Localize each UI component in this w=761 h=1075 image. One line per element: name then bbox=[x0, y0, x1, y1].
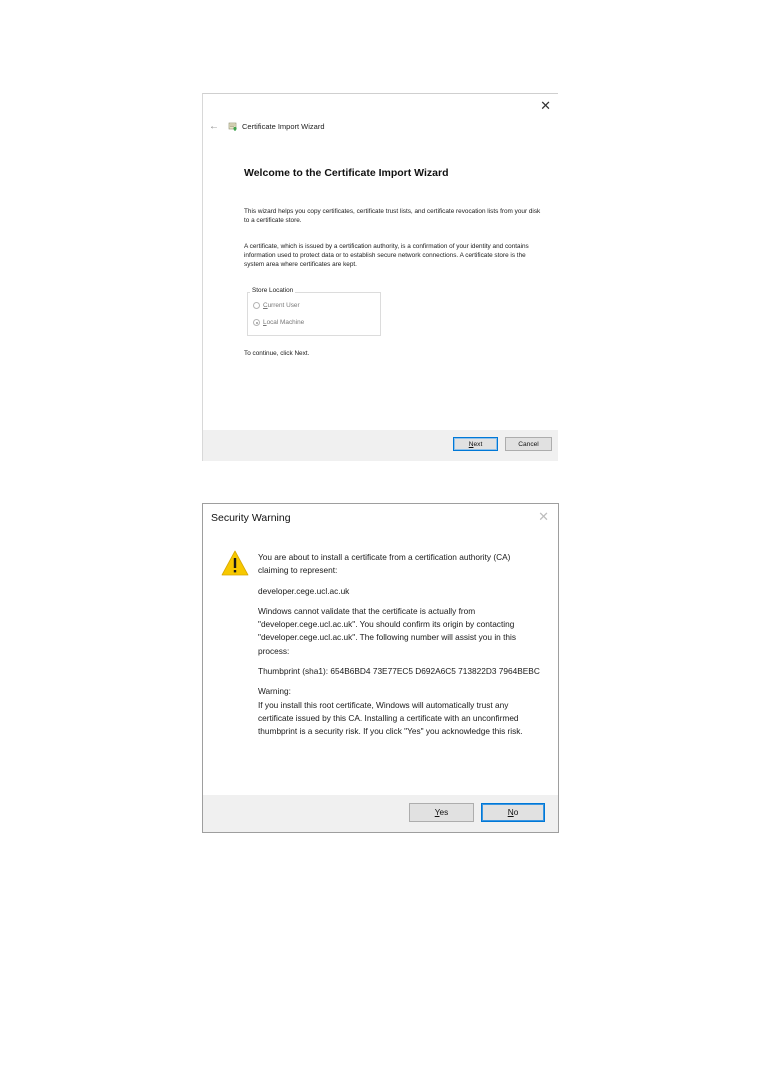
radio-circle-icon[interactable] bbox=[253, 302, 260, 309]
ca-domain: developer.cege.ucl.ac.uk bbox=[258, 585, 350, 596]
wizard-title: Certificate Import Wizard bbox=[242, 121, 325, 131]
radio-circle-selected-icon[interactable] bbox=[253, 319, 260, 326]
warning-content: You are about to install a certificate f… bbox=[258, 551, 543, 781]
next-button[interactable]: Next bbox=[453, 437, 498, 451]
radio-label-current-user: Current User bbox=[263, 302, 300, 309]
back-arrow-icon[interactable]: ← bbox=[209, 121, 223, 132]
wizard-heading: Welcome to the Certificate Import Wizard bbox=[244, 167, 449, 179]
close-icon[interactable]: ✕ bbox=[538, 509, 549, 525]
radio-current-user[interactable]: Current User bbox=[253, 302, 300, 309]
warning-label: Warning: bbox=[258, 686, 291, 697]
warning-intro: You are about to install a certificate f… bbox=[258, 552, 511, 576]
certificate-icon bbox=[228, 122, 237, 131]
store-location-group bbox=[247, 292, 381, 336]
yes-button[interactable]: Yes bbox=[409, 803, 474, 822]
wizard-footer: Next Cancel bbox=[203, 430, 558, 461]
wizard-header: ← Certificate Import Wizard bbox=[209, 120, 325, 132]
wizard-description: This wizard helps you copy certificates,… bbox=[244, 208, 541, 225]
thumbprint: Thumbprint (sha1): 654B6BD4 73E77EC5 D69… bbox=[258, 666, 540, 677]
warning-text: If you install this root certificate, Wi… bbox=[258, 699, 523, 737]
radio-label-local-machine: Local Machine bbox=[263, 319, 305, 326]
no-button[interactable]: No bbox=[481, 803, 545, 822]
continue-instruction: To continue, click Next. bbox=[244, 350, 310, 357]
validation-text: Windows cannot validate that the certifi… bbox=[258, 605, 517, 656]
store-location-label: Store Location bbox=[250, 287, 296, 294]
dialog-footer: Yes No bbox=[203, 795, 558, 832]
security-warning-dialog: Security Warning ✕ You are about to inst… bbox=[202, 503, 559, 833]
page: ✕ ← Certificate Import Wizard Welcome to… bbox=[0, 0, 761, 1075]
close-icon[interactable]: ✕ bbox=[540, 98, 551, 114]
radio-local-machine[interactable]: Local Machine bbox=[253, 319, 304, 326]
certificate-import-wizard-window: ✕ ← Certificate Import Wizard Welcome to… bbox=[202, 93, 558, 461]
dialog-title: Security Warning bbox=[211, 512, 291, 524]
wizard-certificate-explanation: A certificate, which is issued by a cert… bbox=[244, 243, 529, 269]
cancel-button[interactable]: Cancel bbox=[505, 437, 552, 451]
warning-triangle-icon bbox=[221, 550, 249, 576]
